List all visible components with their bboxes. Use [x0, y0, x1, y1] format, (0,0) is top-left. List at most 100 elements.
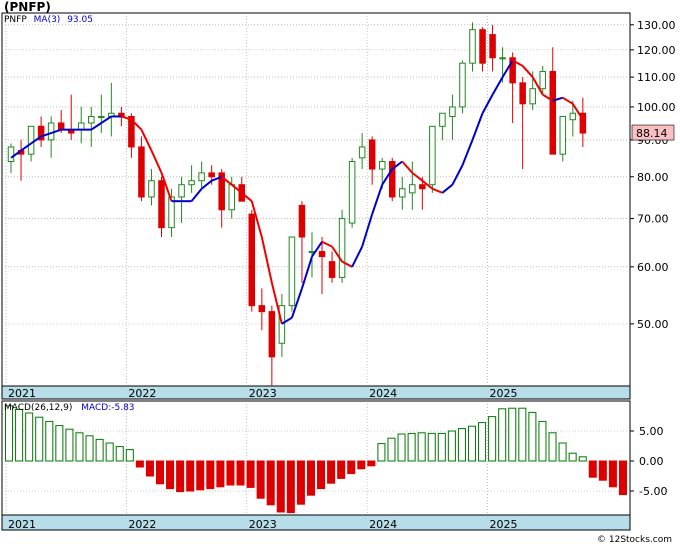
date-axis-band — [1, 385, 631, 400]
macd-bar — [135, 460, 144, 468]
macd-bar — [186, 460, 195, 492]
macd-bar — [578, 456, 587, 462]
macd-tick-label: 0.00 — [639, 455, 664, 468]
year-label: 2021 — [8, 387, 36, 400]
chart-canvas: 50.0060.0070.0080.0090.00100.00110.00120… — [1, 12, 676, 531]
macd-bar — [105, 442, 114, 462]
legend-symbol: PNFP — [4, 15, 27, 25]
macd-bar — [417, 432, 426, 462]
macd-bar — [35, 416, 44, 462]
macd-bar — [427, 432, 436, 462]
macd-bar — [598, 460, 607, 481]
macd-bar — [327, 460, 336, 484]
candle-body — [489, 34, 496, 59]
macd-bar — [95, 438, 104, 462]
macd-bar — [15, 408, 24, 462]
macd-bar — [467, 425, 477, 462]
macd-bar — [317, 460, 326, 490]
macd-bar — [145, 460, 154, 477]
macd-bar — [196, 460, 205, 491]
candle-body — [318, 251, 326, 258]
candle-body — [158, 180, 165, 229]
candle-body — [178, 184, 185, 198]
candle-body — [459, 62, 466, 108]
macd-bar — [478, 422, 487, 462]
macd-bar — [65, 428, 74, 462]
macd-bar — [276, 460, 285, 513]
macd-bar — [377, 443, 386, 462]
legend-ma-value: 93.05 — [67, 15, 93, 25]
candle-body — [479, 29, 486, 64]
candle-body — [208, 172, 215, 178]
macd-bar — [387, 437, 396, 462]
macd-bar — [508, 407, 517, 462]
macd-bar — [528, 411, 537, 462]
year-label: 2023 — [249, 387, 277, 400]
year-label: 2025 — [490, 387, 518, 400]
macd-bar — [568, 452, 577, 462]
date-axis-band-lower — [1, 514, 631, 531]
macd-bar — [337, 460, 346, 479]
candle-body — [348, 161, 356, 224]
candle-body — [298, 204, 306, 238]
macd-bar — [437, 432, 446, 462]
year-label-lower: 2024 — [369, 518, 397, 531]
chart-title: (PNFP) — [4, 0, 51, 14]
price-tick-label: 110.00 — [637, 71, 676, 84]
macd-bar — [618, 460, 627, 496]
legend-macd-label: MACD(26,12,9) — [4, 403, 73, 413]
macd-bar — [608, 460, 617, 488]
macd-bar — [538, 420, 547, 462]
macd-bar — [25, 412, 34, 462]
macd-tick-label: 5.00 — [639, 425, 664, 438]
candle-body — [449, 106, 456, 117]
year-label-lower: 2022 — [128, 518, 156, 531]
candle-body — [7, 146, 15, 163]
candle-body — [368, 139, 376, 170]
credit-text: © 12Stocks.com — [597, 535, 672, 545]
candle-body — [358, 146, 366, 159]
candle-body — [539, 70, 546, 90]
macd-bar — [45, 420, 54, 462]
macd-bar — [266, 460, 275, 506]
candle-body — [499, 57, 506, 60]
candle-body — [549, 70, 557, 155]
candle-body — [288, 236, 296, 307]
price-tick-label: 130.00 — [637, 19, 676, 32]
candle-body — [198, 172, 205, 182]
candle-body — [429, 125, 436, 186]
macd-bar — [5, 405, 14, 462]
candle-body — [439, 112, 446, 127]
macd-bar — [55, 425, 64, 462]
price-tick-label: 60.00 — [637, 261, 669, 274]
macd-bar — [125, 449, 134, 462]
macd-bar — [488, 416, 497, 462]
macd-bar — [176, 460, 185, 493]
macd-bar — [447, 430, 456, 462]
year-label-lower: 2023 — [249, 518, 277, 531]
macd-bar — [306, 460, 315, 496]
price-tick-label: 80.00 — [637, 171, 669, 184]
year-label-lower: 2025 — [490, 518, 518, 531]
macd-bar — [518, 407, 527, 462]
macd-bar — [115, 446, 124, 462]
candle-body — [188, 180, 195, 186]
candle-body — [228, 184, 235, 211]
price-tick-label: 100.00 — [637, 101, 676, 114]
candle-body — [268, 311, 276, 358]
macd-bar — [397, 433, 406, 462]
candle-body — [258, 305, 266, 313]
price-pane — [1, 12, 631, 387]
candle-body — [469, 29, 476, 64]
candle-body — [138, 146, 145, 198]
macd-bar — [367, 460, 376, 467]
macd-legend: MACD(26,12,9) MACD:-5.83 — [4, 403, 135, 413]
year-label: 2022 — [128, 387, 156, 400]
price-tick-label: 120.00 — [637, 44, 676, 57]
price-tick-label: 70.00 — [637, 213, 669, 226]
candle-body — [399, 188, 406, 198]
macd-bar — [256, 460, 265, 499]
candle-body — [27, 125, 35, 155]
last-price-label: 88.14 — [636, 127, 668, 140]
macd-bar — [206, 460, 215, 490]
